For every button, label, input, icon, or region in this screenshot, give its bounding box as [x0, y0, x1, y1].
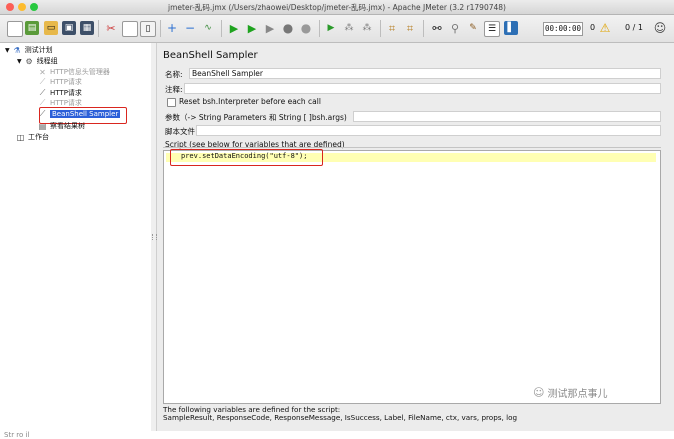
watermark: ☺ 测试那点事儿	[533, 386, 608, 400]
warning-icon[interactable]: ⚠	[598, 21, 612, 35]
save-as-icon[interactable]: ▦	[80, 21, 94, 35]
function-helper-icon[interactable]: ✎	[466, 21, 480, 35]
parameters-label: 参数（-> String Parameters 和 String [ ]bsh.…	[165, 113, 347, 122]
thread-count: 0 / 1	[625, 23, 643, 32]
tree-node-test-plan[interactable]: ▼ ⚗ 测试计划	[5, 45, 53, 55]
tree-node-thread-group[interactable]: ▼ ⚙ 线程组	[17, 56, 58, 66]
toggle-icon[interactable]: ∿	[201, 21, 215, 35]
comment-label: 注释:	[165, 85, 183, 94]
name-field[interactable]: BeanShell Sampler	[189, 68, 661, 79]
gear-icon: ⚙	[25, 56, 33, 66]
tree-node-workbench[interactable]: ◫ 工作台	[16, 132, 49, 142]
listener-icon: ▤	[38, 121, 47, 131]
test-plan-tree[interactable]: ▼ ⚗ 测试计划 ▼ ⚙ 线程组 ✕ HTTP信息头管理器 ⟋ HTTP请求 ⟋…	[0, 43, 152, 431]
expand-arrow-icon[interactable]: ▼	[5, 47, 10, 54]
wrench-icon: ✕	[39, 67, 46, 77]
test-plan-icon: ⚗	[13, 45, 21, 55]
reset-interpreter-checkbox[interactable]	[167, 98, 176, 107]
tree-node-http-request-1[interactable]: ⟋ HTTP请求	[38, 77, 82, 87]
open-folder-icon[interactable]: ▭	[44, 21, 58, 35]
name-label: 名称:	[165, 70, 183, 79]
script-file-label: 脚本文件	[165, 127, 195, 136]
help-icon[interactable]: ☰	[484, 21, 500, 37]
start-no-pause-icon[interactable]: ▶	[245, 21, 259, 35]
reset-interpreter-label: Reset bsh.Interpreter before each call	[179, 97, 321, 106]
templates-icon[interactable]: ▤	[25, 21, 39, 35]
cut-icon[interactable]: ✂	[104, 21, 118, 35]
window-titlebar: jmeter-乱码.jmx (/Users/zhaowei/Desktop/jm…	[0, 0, 674, 15]
stop-icon[interactable]: ●	[281, 21, 295, 35]
expand-arrow-icon[interactable]: ▼	[17, 58, 22, 65]
error-count: 0	[590, 23, 596, 32]
copy-icon[interactable]	[122, 21, 138, 37]
parameters-field[interactable]	[353, 111, 661, 122]
script-divider	[163, 147, 661, 148]
tree-node-header-manager[interactable]: ✕ HTTP信息头管理器	[38, 67, 110, 77]
smiley-status-icon: ☺	[653, 21, 667, 35]
elapsed-timer: 00:00:00	[543, 22, 583, 36]
expand-icon[interactable]: +	[165, 21, 179, 35]
tree-node-http-request-2[interactable]: ⟋ HTTP请求	[38, 88, 82, 98]
workbench-icon: ◫	[16, 132, 25, 142]
bottom-caption: Str ro il	[4, 431, 30, 439]
script-variables-list: SampleResult, ResponseCode, ResponseMess…	[163, 413, 518, 422]
remote-start-icon[interactable]: ▶	[324, 21, 338, 35]
window-title: jmeter-乱码.jmx (/Users/zhaowei/Desktop/jm…	[168, 3, 506, 12]
wechat-icon: ☺	[533, 386, 545, 399]
start-icon[interactable]: ▶	[227, 21, 241, 35]
validate-icon[interactable]: ▶	[263, 21, 277, 35]
script-editor[interactable]	[163, 150, 661, 404]
toolbar: ▤ ▭ ▣ ▦ ✂ ▯ + − ∿ ▶ ▶ ▶ ● ● ▶ ⁂ ⁂ ⌗ ⌗ ⚯ …	[0, 15, 674, 43]
log-viewer-icon[interactable]: ▌	[504, 21, 518, 35]
shutdown-icon[interactable]: ●	[299, 21, 313, 35]
search-icon[interactable]: ⚯	[430, 21, 444, 35]
save-icon[interactable]: ▣	[62, 21, 76, 35]
script-file-field[interactable]	[196, 125, 661, 136]
pipette-icon: ⟋	[39, 77, 46, 86]
clear-all-icon[interactable]: ⌗	[403, 21, 417, 35]
remote-stop-icon[interactable]: ⁂	[360, 21, 374, 35]
panel-heading: BeanShell Sampler	[163, 50, 258, 61]
reset-search-icon[interactable]: ⚲	[448, 21, 462, 35]
paste-icon[interactable]: ▯	[140, 21, 156, 37]
clear-icon[interactable]: ⌗	[385, 21, 399, 35]
tree-node-results-tree[interactable]: ▤ 察看结果树	[38, 121, 85, 131]
collapse-icon[interactable]: −	[183, 21, 197, 35]
comment-field[interactable]	[184, 83, 661, 94]
pipette-icon: ⟋	[39, 88, 46, 97]
new-plan-icon[interactable]	[7, 21, 23, 37]
highlight-box-script	[170, 149, 323, 166]
remote-start-all-icon[interactable]: ⁂	[342, 21, 356, 35]
